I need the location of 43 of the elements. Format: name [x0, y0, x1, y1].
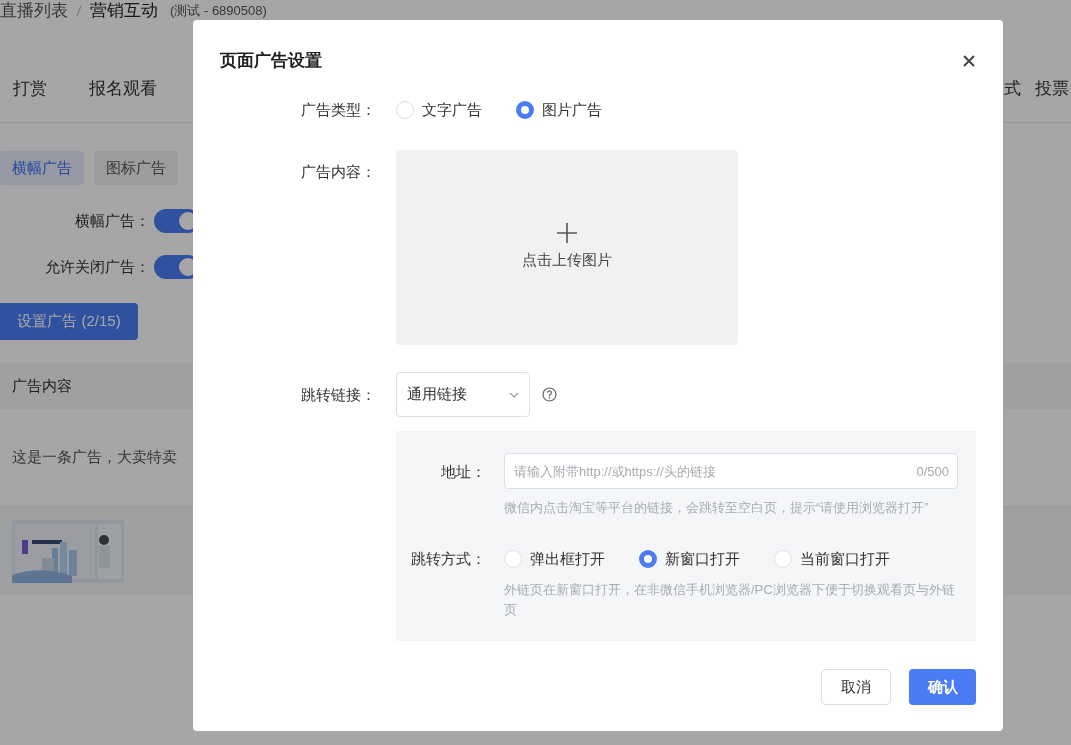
field-label: 广告类型：	[300, 100, 377, 120]
link-select[interactable]: 通用链接	[396, 372, 530, 417]
toggle-label: 允许关闭广告：	[45, 256, 150, 277]
confirm-button[interactable]: 确认	[909, 669, 976, 705]
help-icon[interactable]	[542, 387, 557, 402]
upload-area[interactable]: 点击上传图片	[396, 150, 738, 345]
column-header: 广告内容	[12, 375, 72, 396]
nav-tab[interactable]: 报名观看	[89, 76, 157, 102]
character-counter: 0/500	[916, 463, 949, 481]
ad-tab[interactable]: 图标广告	[94, 151, 178, 185]
radio-option[interactable]: 新窗口打开	[639, 547, 740, 571]
field-label: 地址：	[440, 462, 486, 482]
table-cell-text: 这是一条广告，大卖特卖	[12, 447, 177, 468]
radio-label: 当前窗口打开	[800, 548, 890, 569]
close-button[interactable]	[961, 52, 977, 69]
hint-text: 微信内点击淘宝等平台的链接，会跳转至空白页，提示“请使用浏览器打开”	[504, 499, 930, 517]
breadcrumb-item[interactable]: 营销互动	[90, 0, 158, 24]
radio-option[interactable]: 弹出框打开	[504, 547, 605, 571]
radio-option[interactable]: 当前窗口打开	[774, 547, 890, 571]
breadcrumb-note: (测试 - 6890508)	[170, 2, 267, 20]
cancel-button[interactable]: 取消	[821, 669, 891, 705]
radio-option[interactable]: 图片广告	[516, 98, 602, 122]
breadcrumb-item[interactable]: 直播列表	[0, 0, 68, 24]
nav-tab[interactable]: 式	[1004, 76, 1021, 102]
radio-label: 弹出框打开	[530, 548, 605, 569]
slash-icon	[76, 4, 82, 17]
select-value: 通用链接	[407, 384, 467, 405]
radio-label: 新窗口打开	[665, 548, 740, 569]
nav-tab[interactable]: 打赏	[13, 76, 47, 102]
close-icon	[963, 54, 975, 67]
toggle-label: 横幅广告：	[75, 210, 150, 231]
plus-icon	[557, 223, 577, 244]
radio-label: 图片广告	[542, 99, 602, 120]
field-label: 跳转链接：	[300, 385, 377, 405]
chevron-down-icon	[509, 391, 519, 398]
hint-text: 外链页在新窗口打开，在非微信手机浏览器/PC浏览器下便于切换观看页与外链页	[504, 581, 956, 619]
nav-tab[interactable]: 投票	[1035, 76, 1069, 102]
field-label: 跳转方式：	[410, 549, 486, 569]
field-label: 广告内容：	[300, 162, 377, 182]
radio-label: 文字广告	[422, 99, 482, 120]
dialog-title: 页面广告设置	[220, 50, 322, 72]
radio-option[interactable]: 文字广告	[396, 98, 482, 122]
upload-text: 点击上传图片	[522, 250, 612, 271]
